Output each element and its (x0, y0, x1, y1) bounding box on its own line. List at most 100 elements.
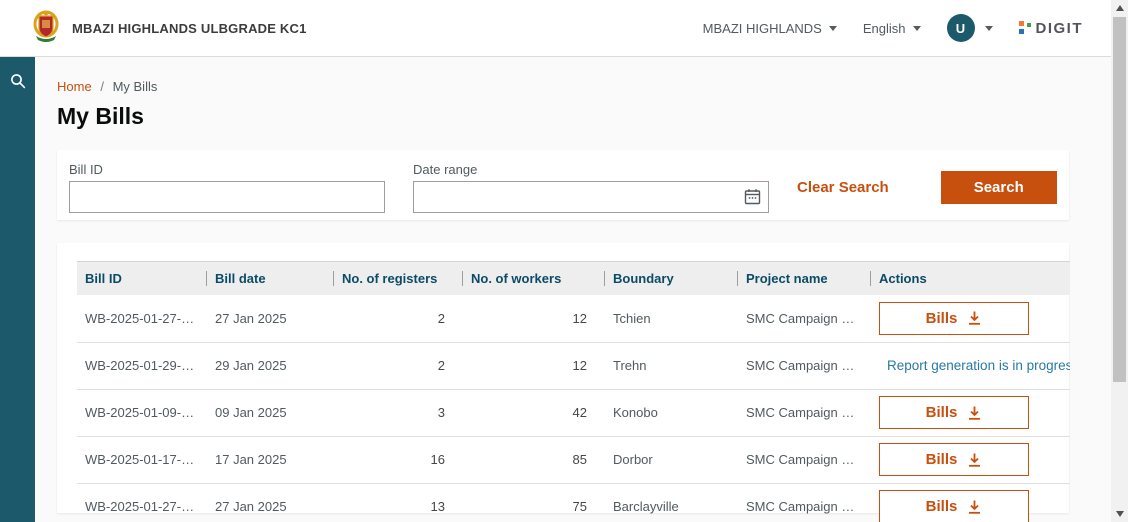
workers-cell: 75 (463, 483, 605, 522)
user-menu[interactable]: U (947, 14, 993, 42)
search-button[interactable]: Search (941, 171, 1057, 204)
top-header: MBAZI HIGHLANDS ULBGRADE KC1 MBAZI HIGHL… (0, 0, 1111, 57)
workers-cell: 12 (463, 295, 605, 342)
calendar-icon[interactable] (744, 188, 761, 210)
table-row: WB-2025-01-09-00007309 Jan 2025342Konobo… (77, 389, 1070, 436)
scroll-up-icon[interactable] (1111, 0, 1128, 16)
date-range-input[interactable] (413, 181, 769, 213)
main-content: Home / My Bills My Bills Bill ID Date ra… (35, 57, 1090, 522)
bill-id-cell: WB-2025-01-29-000123 (77, 342, 207, 389)
digit-logo-mark-icon (1019, 21, 1032, 35)
registers-cell: 13 (334, 483, 463, 522)
bill-date-cell: 27 Jan 2025 (207, 295, 334, 342)
city-selector-label: MBAZI HIGHLANDS (703, 21, 822, 36)
bills-button-label: Bills (926, 404, 958, 421)
registers-cell: 16 (334, 436, 463, 483)
bill-id-cell: WB-2025-01-27-000108 (77, 483, 207, 522)
project-name-cell: SMC Campaign Paym... (738, 483, 871, 522)
vertical-scrollbar[interactable] (1111, 0, 1128, 522)
table-row: WB-2025-01-17-00010217 Jan 20251685Dorbo… (77, 436, 1070, 483)
bills-download-button[interactable]: Bills (879, 396, 1029, 429)
bill-id-cell: WB-2025-01-27-000118 (77, 295, 207, 342)
chevron-down-icon (829, 26, 837, 31)
boundary-cell: Konobo (605, 389, 738, 436)
digit-logo-text: DIGIT (1036, 20, 1084, 37)
report-progress-status: Report generation is in progress (879, 358, 1060, 373)
breadcrumb-current: My Bills (113, 79, 158, 94)
table-header-row: Bill IDBill dateNo. of registersNo. of w… (77, 262, 1070, 296)
bills-download-button[interactable]: Bills (879, 490, 1029, 522)
bill-date-cell: 09 Jan 2025 (207, 389, 334, 436)
scroll-down-icon[interactable] (1111, 506, 1128, 522)
actions-cell: Bills (871, 436, 1070, 483)
bills-button-label: Bills (926, 451, 958, 468)
download-icon (967, 499, 982, 515)
digit-logo: DIGIT (1019, 20, 1084, 37)
page-title: My Bills (57, 103, 1069, 130)
workers-cell: 12 (463, 342, 605, 389)
download-icon (967, 452, 982, 468)
bills-download-button[interactable]: Bills (879, 302, 1029, 335)
chevron-down-icon (985, 26, 993, 31)
download-icon (967, 310, 982, 326)
column-header-bill-date: Bill date (207, 262, 334, 296)
project-name-cell: SMC Campaign Paym... (738, 389, 871, 436)
bills-table: Bill IDBill dateNo. of registersNo. of w… (77, 261, 1070, 522)
bill-date-cell: 17 Jan 2025 (207, 436, 334, 483)
column-header-bill-id: Bill ID (77, 262, 207, 296)
tenant-name: MBAZI HIGHLANDS ULBGRADE KC1 (72, 21, 307, 36)
left-sidebar (0, 57, 35, 522)
scrollbar-thumb[interactable] (1113, 17, 1126, 382)
bills-button-label: Bills (926, 310, 958, 327)
project-name-cell: SMC Campaign Paym... (738, 342, 871, 389)
city-emblem-logo (32, 10, 60, 47)
actions-cell: Bills (871, 295, 1070, 342)
bill-id-label: Bill ID (69, 162, 385, 177)
actions-cell: Bills (871, 483, 1070, 522)
bill-id-cell: WB-2025-01-09-000073 (77, 389, 207, 436)
breadcrumb-separator: / (100, 79, 104, 94)
registers-cell: 3 (334, 389, 463, 436)
clear-search-link[interactable]: Clear Search (797, 179, 889, 196)
table-row: WB-2025-01-27-00010827 Jan 20251375Barcl… (77, 483, 1070, 522)
boundary-cell: Barclayville (605, 483, 738, 522)
project-name-cell: SMC Campaign Paym... (738, 295, 871, 342)
actions-cell: Report generation is in progress (871, 342, 1070, 389)
boundary-cell: Tchien (605, 295, 738, 342)
sidebar-search-button[interactable] (0, 63, 35, 99)
workers-cell: 42 (463, 389, 605, 436)
workers-cell: 85 (463, 436, 605, 483)
download-icon (967, 405, 982, 421)
bill-date-cell: 29 Jan 2025 (207, 342, 334, 389)
report-progress-label: Report generation is in progress (887, 358, 1070, 373)
column-header-no-of-workers: No. of workers (463, 262, 605, 296)
city-selector-dropdown[interactable]: MBAZI HIGHLANDS (703, 21, 837, 36)
bill-date-cell: 27 Jan 2025 (207, 483, 334, 522)
bills-download-button[interactable]: Bills (879, 443, 1029, 476)
breadcrumb: Home / My Bills (57, 79, 1069, 94)
registers-cell: 2 (334, 342, 463, 389)
avatar[interactable]: U (947, 14, 975, 42)
date-range-label: Date range (413, 162, 769, 177)
column-header-actions: Actions (871, 262, 1070, 296)
project-name-cell: SMC Campaign Paym... (738, 436, 871, 483)
bills-button-label: Bills (926, 498, 958, 515)
actions-cell: Bills (871, 389, 1070, 436)
language-selector-label: English (863, 21, 906, 36)
search-icon (10, 73, 26, 89)
column-header-boundary: Boundary (605, 262, 738, 296)
column-header-project-name: Project name (738, 262, 871, 296)
bills-table-card: Bill IDBill dateNo. of registersNo. of w… (57, 243, 1069, 513)
bill-id-cell: WB-2025-01-17-000102 (77, 436, 207, 483)
language-selector-dropdown[interactable]: English (863, 21, 921, 36)
boundary-cell: Dorbor (605, 436, 738, 483)
boundary-cell: Trehn (605, 342, 738, 389)
column-header-no-of-registers: No. of registers (334, 262, 463, 296)
bill-id-input[interactable] (69, 181, 385, 213)
table-row: WB-2025-01-29-00012329 Jan 2025212TrehnS… (77, 342, 1070, 389)
chevron-down-icon (913, 26, 921, 31)
breadcrumb-home-link[interactable]: Home (57, 79, 92, 94)
registers-cell: 2 (334, 295, 463, 342)
table-row: WB-2025-01-27-00011827 Jan 2025212Tchien… (77, 295, 1070, 342)
search-panel: Bill ID Date range (57, 150, 1069, 220)
